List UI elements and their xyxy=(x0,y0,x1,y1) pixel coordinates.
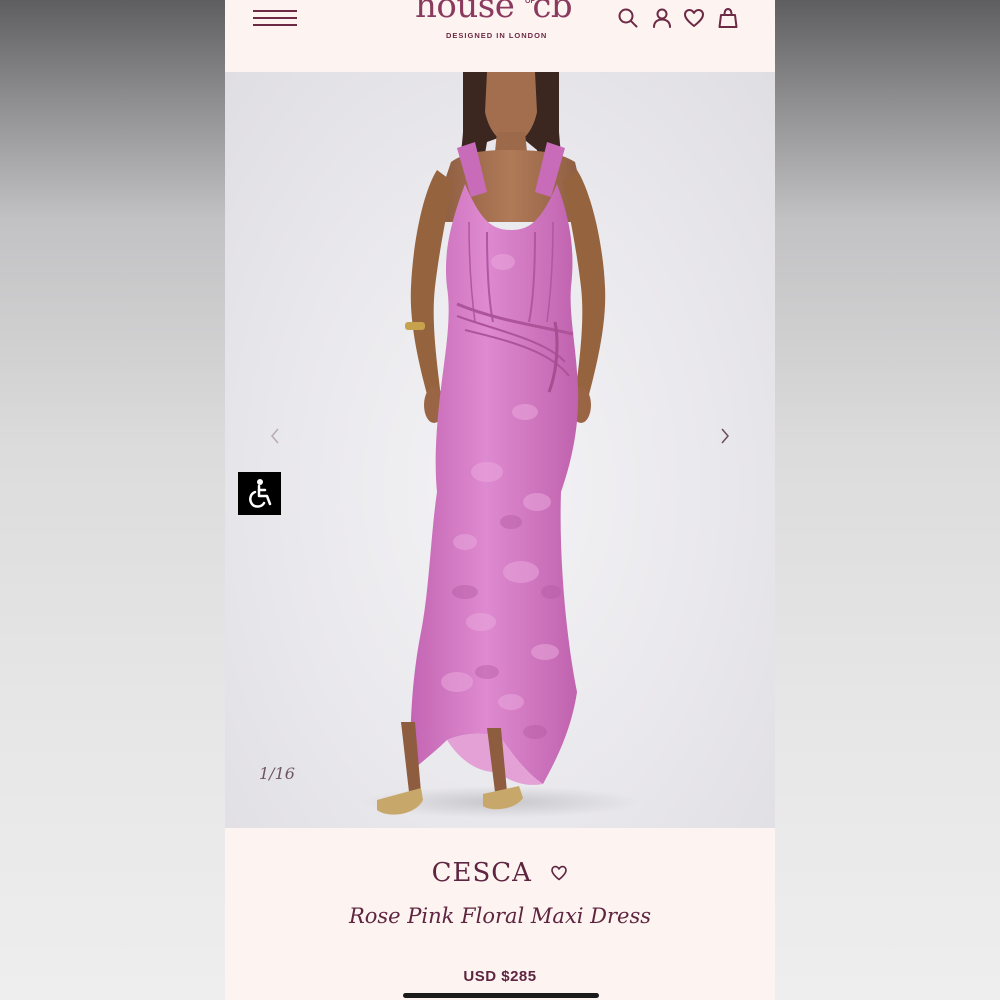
product-name: CESCA xyxy=(431,858,532,888)
wishlist-heart-icon[interactable] xyxy=(683,7,705,29)
chevron-right-icon[interactable] xyxy=(715,424,735,448)
logo-tagline: DESIGNED IN LONDON xyxy=(446,31,548,40)
product-info: CESCA Rose Pink Floral Maxi Dress USD $2… xyxy=(225,828,775,1000)
site-header: house cb OF DESIGNED IN LONDON xyxy=(225,0,775,72)
add-to-wishlist-heart-icon[interactable] xyxy=(550,864,568,882)
header-icons xyxy=(617,7,747,29)
chevron-left-icon[interactable] xyxy=(265,424,285,448)
account-icon[interactable] xyxy=(651,7,673,29)
image-counter: 1/16 xyxy=(259,764,295,783)
product-image-carousel[interactable]: 1/16 xyxy=(225,72,775,828)
product-photo xyxy=(360,72,640,818)
search-icon[interactable] xyxy=(617,7,639,29)
phone-screen: house cb OF DESIGNED IN LONDON 1/16 CESC… xyxy=(225,0,775,1000)
logo-of: OF xyxy=(525,0,535,5)
logo-wordmark: house cb xyxy=(415,0,573,26)
product-description: Rose Pink Floral Maxi Dress xyxy=(348,904,652,928)
brand-logo[interactable]: house cb OF DESIGNED IN LONDON xyxy=(415,0,587,46)
product-name-row: CESCA xyxy=(225,858,775,888)
home-indicator[interactable] xyxy=(403,993,599,998)
product-price: USD $285 xyxy=(463,968,537,985)
shopping-bag-icon[interactable] xyxy=(717,7,739,29)
accessibility-icon[interactable] xyxy=(238,472,281,515)
hamburger-menu-icon[interactable] xyxy=(253,8,297,28)
